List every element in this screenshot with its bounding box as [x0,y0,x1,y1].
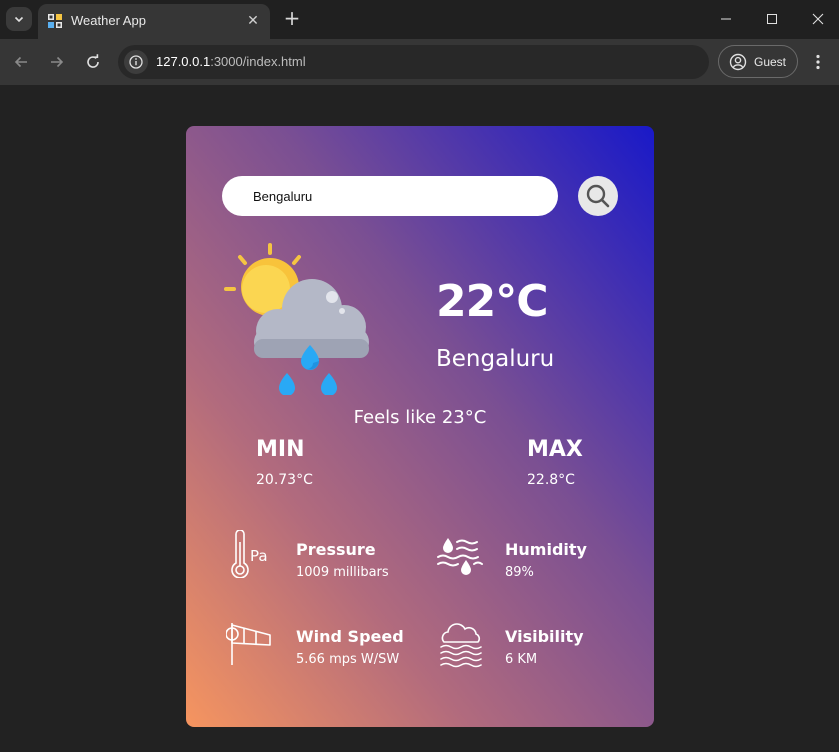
minimize-icon [721,18,731,20]
humidity-label: Humidity [505,540,587,559]
close-icon [812,13,824,25]
favicon-icon [48,14,62,28]
humidity-value: 89% [505,565,534,580]
max-label: MAX [527,437,583,462]
profile-button[interactable]: Guest [718,45,798,78]
min-label: MIN [256,437,305,462]
url-text: 127.0.0.1:3000/index.html [156,54,306,69]
forward-button[interactable] [44,49,70,75]
city-search-input[interactable] [222,176,558,216]
min-value: 20.73°C [256,472,313,488]
site-info-icon[interactable] [124,50,148,74]
search-icon [586,184,610,208]
account-icon [729,53,747,70]
svg-text:Pa: Pa [250,547,268,565]
arrow-left-icon [14,56,27,68]
chevron-down-icon [14,16,24,23]
search-button[interactable] [578,176,618,216]
visibility-value: 6 KM [505,652,538,667]
pressure-value: 1009 millibars [296,565,389,580]
back-button[interactable] [8,49,34,75]
feels-like: Feels like 23°C [353,407,487,428]
profile-label: Guest [754,54,787,69]
arrow-right-icon [51,56,64,68]
windsock-icon [226,623,271,665]
maximize-icon [767,14,777,24]
tab-title: Weather App [71,13,146,28]
tab-strip: Weather App ✕ + [0,0,839,39]
close-window-button[interactable] [803,6,833,32]
weather-card: 22°C Bengaluru Feels like 23°C MIN 20.73… [186,126,654,727]
visibility-label: Visibility [505,627,584,646]
pressure-label: Pressure [296,540,376,559]
url-host: 127.0.0.1 [156,54,211,69]
reload-icon [87,54,99,68]
sun-cloud-rain-icon [224,243,369,395]
temperature: 22°C [436,276,549,327]
browser-menu-button[interactable] [806,50,830,74]
pressure-thermometer-icon: Pa [231,530,268,578]
close-tab-icon[interactable]: ✕ [244,12,262,30]
reload-button[interactable] [80,49,106,75]
url-path: :3000/index.html [210,54,306,69]
tab-weather-app[interactable]: Weather App ✕ [38,4,270,39]
page-viewport: 22°C Bengaluru Feels like 23°C MIN 20.73… [0,85,839,752]
maximize-button[interactable] [757,6,787,32]
max-value: 22.8°C [527,472,575,488]
humidity-icon [437,538,483,575]
city-name: Bengaluru [436,346,555,372]
tab-search-button[interactable] [6,7,32,31]
minimize-button[interactable] [711,6,741,32]
new-tab-button[interactable]: + [280,7,304,31]
more-vertical-icon [816,54,820,70]
browser-toolbar: 127.0.0.1:3000/index.html Guest [0,39,839,85]
address-bar[interactable]: 127.0.0.1:3000/index.html [118,45,709,79]
fog-cloud-icon [440,623,482,668]
wind-speed-value: 5.66 mps W/SW [296,652,400,667]
wind-speed-label: Wind Speed [296,627,404,646]
